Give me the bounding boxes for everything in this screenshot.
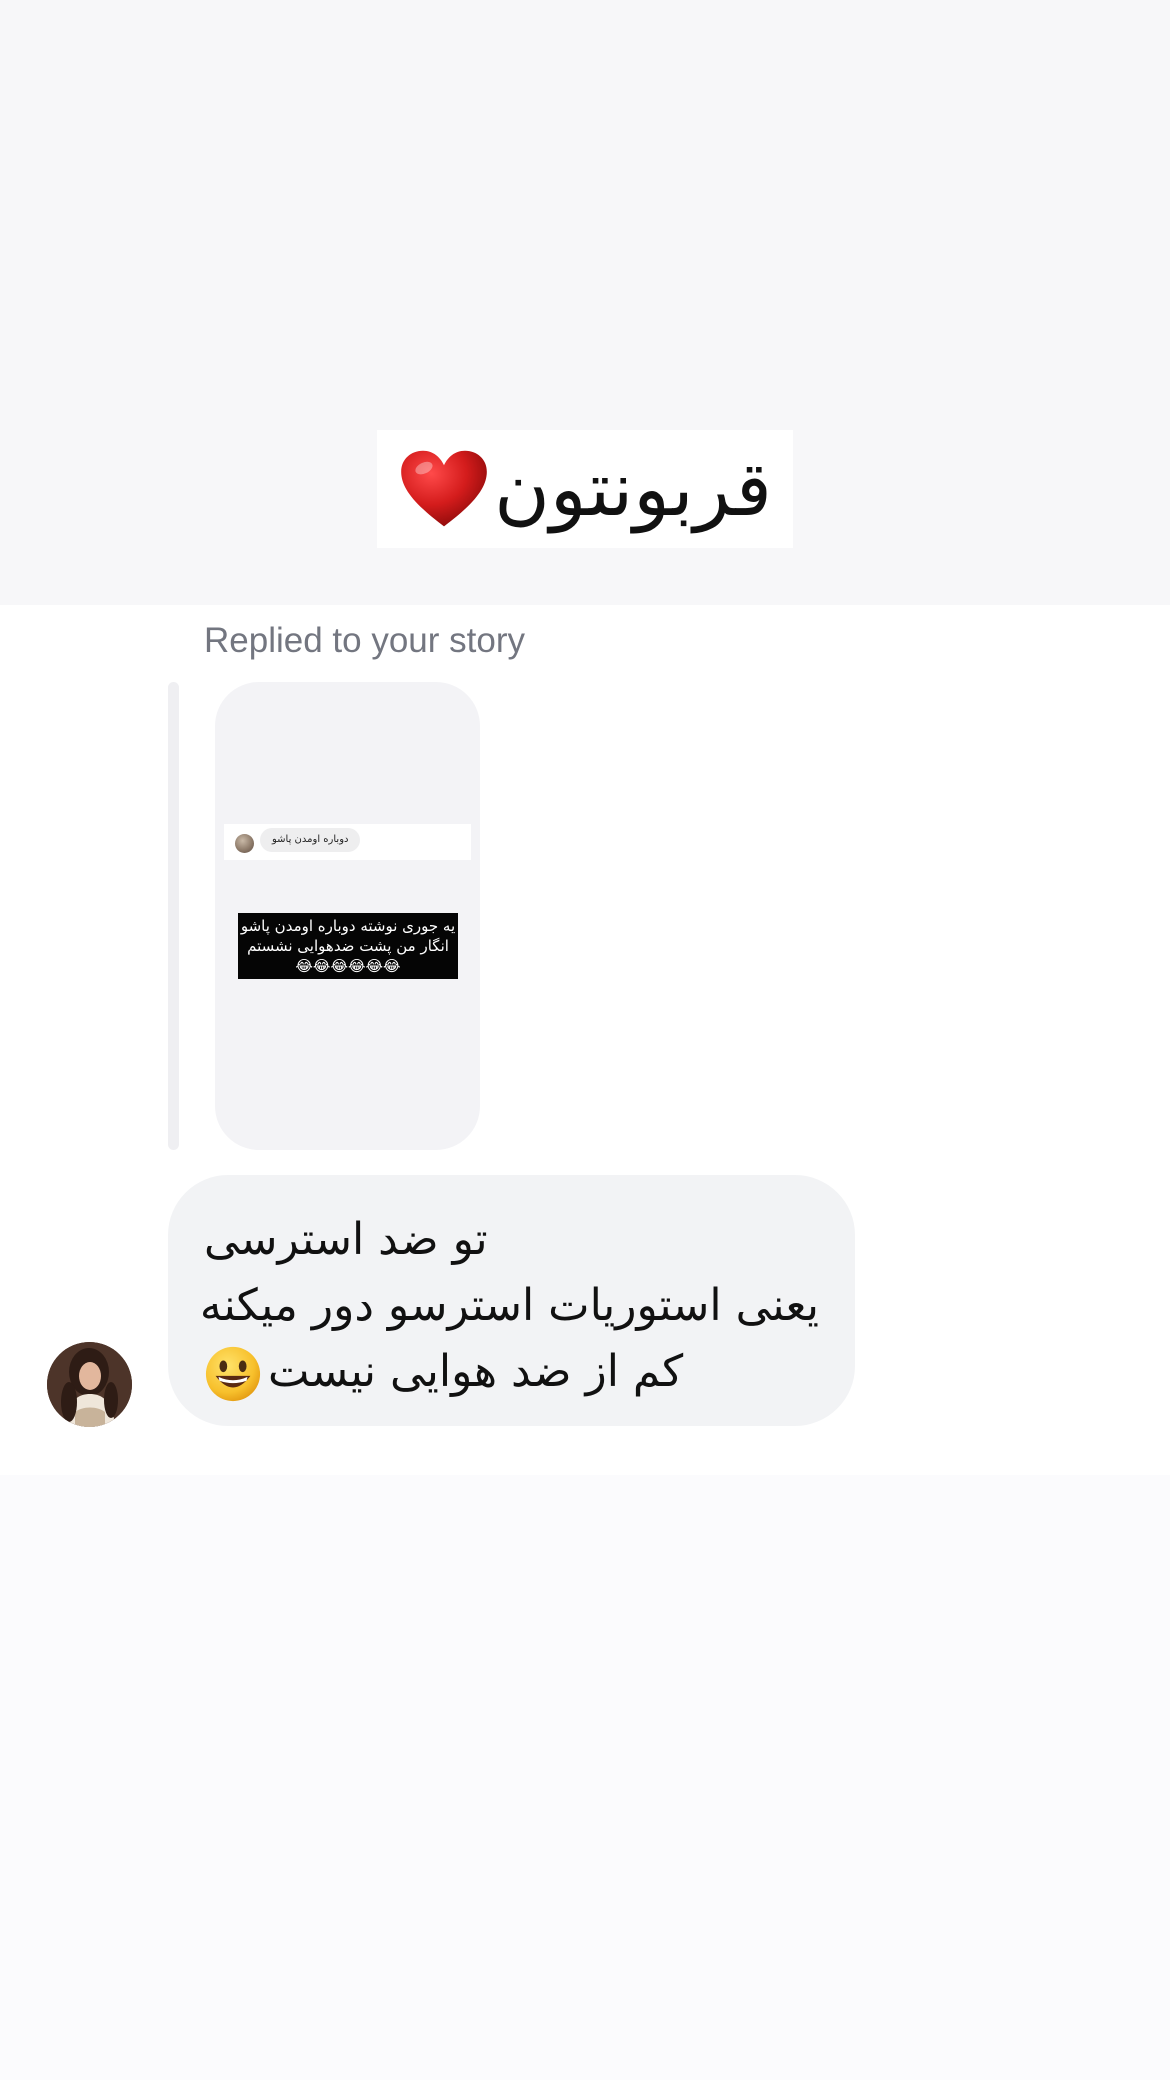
avatar-photo [47,1342,132,1427]
story-preview-caption-line: انگار من پشت ضدهوایی نشستم [247,937,449,955]
story-reply-preview[interactable]: دوباره اومدن پاشو یه جوری نوشته دوباره ا… [215,682,480,1150]
message-line-last: کم از ضد هوایی نیست [204,1339,819,1405]
story-preview-caption-line: یه جوری نوشته دوباره اومدن پاشو [240,917,456,935]
heart-icon [401,450,487,527]
message-line: تو ضد استرسی [204,1214,488,1265]
story-preview-avatar [235,834,254,853]
message-line-text: کم از ضد هوایی نیست [268,1346,684,1397]
avatar[interactable] [47,1342,132,1427]
reply-quote-bar [168,682,179,1150]
message-line: یعنی استوریات استرسو دور میکنه [199,1280,819,1331]
story-caption-text: قربونتون [494,444,772,533]
grinning-face-icon [205,1346,261,1402]
replied-to-story-label: Replied to your story [204,621,525,660]
story-preview-caption-line: 😂😂😂😂😂😂 [295,957,401,975]
story-caption: قربونتون [377,430,793,548]
story-preview-pill: دوباره اومدن پاشو [260,828,361,852]
message-bubble[interactable]: تو ضد استرسی یعنی استوریات استرسو دور می… [168,1175,855,1426]
story-preview-caption: یه جوری نوشته دوباره اومدن پاشو انگار من… [238,913,458,979]
story-preview-header: دوباره اومدن پاشو [224,824,471,860]
